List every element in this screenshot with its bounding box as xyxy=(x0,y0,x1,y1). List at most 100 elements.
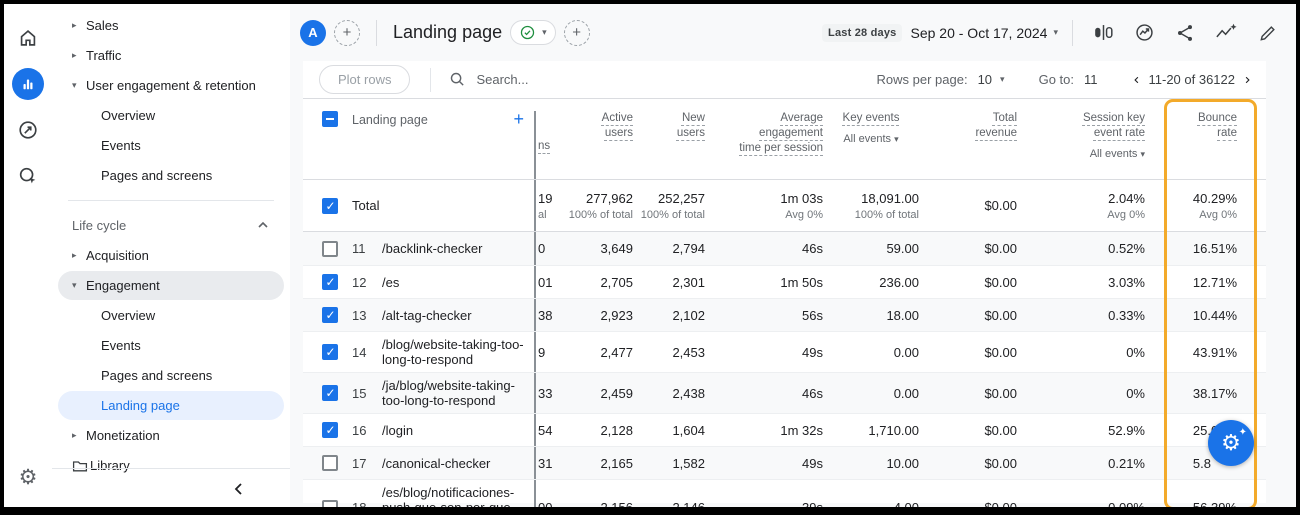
expand-arrow-icon: ▾ xyxy=(72,80,86,91)
col-header-total-revenue[interactable]: Total revenue xyxy=(959,111,1017,141)
row-checkbox[interactable] xyxy=(322,241,338,257)
total-revenue-value: $0.00 xyxy=(919,241,1017,256)
sidebar-item[interactable]: ▾ Engagement xyxy=(58,271,284,300)
sidebar-item[interactable]: ▸ Acquisition xyxy=(58,241,284,270)
account-avatar[interactable]: A xyxy=(300,20,326,46)
total-revenue-value: $0.00 xyxy=(919,386,1017,401)
sidebar-item[interactable]: Events xyxy=(58,131,284,160)
row-checkbox[interactable] xyxy=(322,274,338,290)
col-header-avg-engagement-time[interactable]: Average engagement time per session xyxy=(737,111,823,156)
sidebar-item[interactable]: ▸ Monetization xyxy=(58,421,284,450)
sidebar-item-label: Landing page xyxy=(86,398,180,413)
header-divider xyxy=(376,20,377,46)
explore-icon[interactable] xyxy=(12,114,44,146)
dimension-header[interactable]: Landing page xyxy=(352,111,428,127)
total-new-users: 252,257 xyxy=(633,191,705,206)
search-input[interactable] xyxy=(476,72,696,87)
report-status-pill[interactable]: ▾ xyxy=(510,20,556,45)
sessions-cut-value: 9 xyxy=(538,345,556,360)
expand-arrow-icon: ▾ xyxy=(72,280,86,291)
collapse-sidebar-icon[interactable] xyxy=(232,481,246,497)
row-number: 17 xyxy=(352,456,382,471)
date-range-selector[interactable]: Sep 20 - Oct 17, 2024 xyxy=(910,25,1047,41)
table-row: 18 /es/blog/notificaciones-push-que-son-… xyxy=(303,479,1266,515)
total-key-events: 18,091.00 xyxy=(823,191,919,206)
col-header-bounce-rate[interactable]: Bounce rate xyxy=(1187,111,1237,141)
row-number: 18 xyxy=(352,500,382,515)
col-header-sessions-cut[interactable]: ns xyxy=(538,140,556,152)
avg-engagement-time-value: 1m 50s xyxy=(705,275,823,290)
sidebar-item[interactable]: ▾ User engagement & retention xyxy=(58,71,284,100)
chevron-down-icon: ▾ xyxy=(542,27,547,38)
key-events-filter[interactable]: All events ▾ xyxy=(823,132,919,147)
landing-page-path: /ja/blog/website-taking-too-long-to-resp… xyxy=(382,373,534,413)
rows-per-page-select[interactable]: 10 xyxy=(978,72,992,87)
row-checkbox[interactable] xyxy=(322,344,338,360)
chevron-down-icon[interactable]: ▾ xyxy=(1053,27,1058,38)
key-events-value: 18.00 xyxy=(823,308,919,323)
sidebar-item[interactable]: Pages and screens xyxy=(58,161,284,190)
table-row: 16 /login 54 2,128 1,604 1m 32s 1,710.00… xyxy=(303,413,1266,446)
sidebar-item[interactable]: Overview xyxy=(58,101,284,130)
edit-pencil-icon[interactable] xyxy=(1258,23,1278,43)
sidebar-item[interactable]: Events xyxy=(58,331,284,360)
bounce-rate-value: 12.71% xyxy=(1145,275,1237,290)
rows-per-page-label: Rows per page: xyxy=(877,72,968,87)
sidebar-item[interactable]: Pages and screens xyxy=(58,361,284,390)
session-key-event-rate-value: 0% xyxy=(1017,345,1145,360)
add-dimension-icon[interactable]: + xyxy=(513,111,524,127)
sidebar-item-label: Overview xyxy=(86,308,155,323)
col-header-active-users[interactable]: Active users xyxy=(585,111,633,141)
advertising-icon[interactable] xyxy=(12,160,44,192)
session-key-event-rate-value: 3.03% xyxy=(1017,275,1145,290)
col-header-session-key-event-rate[interactable]: Session key event rate xyxy=(1057,111,1145,141)
ai-assistant-fab[interactable]: ⚙ ✦ xyxy=(1208,420,1254,466)
key-events-value: 1,710.00 xyxy=(823,423,919,438)
col-header-key-events[interactable]: Key events xyxy=(843,111,900,126)
sessions-cut-value: 00 xyxy=(538,500,556,515)
sidebar-item[interactable]: ▸ Traffic xyxy=(58,41,284,70)
active-users-value: 2,477 xyxy=(556,345,633,360)
select-all-checkbox[interactable] xyxy=(322,111,338,127)
row-checkbox[interactable] xyxy=(322,500,338,515)
landing-page-path: /es xyxy=(382,270,534,295)
sidebar-item[interactable]: Landing page xyxy=(58,391,284,420)
active-users-value: 2,165 xyxy=(556,456,633,471)
reports-icon[interactable] xyxy=(12,68,44,100)
total-row-checkbox[interactable] xyxy=(322,198,338,214)
insights-icon[interactable] xyxy=(1134,22,1155,43)
trends-sparkle-icon[interactable] xyxy=(1215,22,1238,43)
sidebar-item-label: Monetization xyxy=(86,428,160,443)
share-icon[interactable] xyxy=(1175,23,1195,43)
ga4-landing-page-report: ⚙ ▸ Sales ▸ Traffic ▾ User engagement & … xyxy=(0,0,1300,515)
section-label: Life cycle xyxy=(72,218,126,233)
chevron-up-icon xyxy=(256,219,270,231)
row-checkbox[interactable] xyxy=(322,307,338,323)
table-row: 11 /backlink-checker 0 3,649 2,794 46s 5… xyxy=(303,232,1266,265)
add-report-tab-button[interactable]: + xyxy=(564,20,590,46)
sidebar-item[interactable]: ▸ Sales xyxy=(58,11,284,40)
sidebar-section-life-cycle[interactable]: Life cycle xyxy=(58,211,284,239)
row-checkbox[interactable] xyxy=(322,422,338,438)
session-rate-filter[interactable]: All events ▾ xyxy=(1017,147,1145,162)
sidebar-item-label: Sales xyxy=(86,18,119,33)
row-checkbox[interactable] xyxy=(322,385,338,401)
plot-rows-button[interactable]: Plot rows xyxy=(319,65,410,94)
home-icon[interactable] xyxy=(12,22,44,54)
goto-input[interactable]: 11 xyxy=(1084,72,1098,87)
total-label: Total xyxy=(352,198,534,213)
next-page-icon[interactable] xyxy=(1243,73,1252,87)
add-comparison-button[interactable]: + xyxy=(334,20,360,46)
sessions-cut-value: 0 xyxy=(538,241,556,256)
table-search xyxy=(430,68,876,92)
main-content: A + Landing page ▾ + Last 28 days Sep 20… xyxy=(290,4,1296,507)
comparison-icon[interactable] xyxy=(1093,22,1114,43)
sidebar-item[interactable]: Overview xyxy=(58,301,284,330)
admin-gear-icon[interactable]: ⚙ xyxy=(12,461,44,493)
col-header-new-users[interactable]: New users xyxy=(663,111,705,141)
table-row: 15 /ja/blog/website-taking-too-long-to-r… xyxy=(303,372,1266,413)
chevron-down-icon[interactable]: ▾ xyxy=(1000,74,1005,85)
session-key-event-rate-value: 0% xyxy=(1017,386,1145,401)
prev-page-icon[interactable] xyxy=(1132,73,1141,87)
row-checkbox[interactable] xyxy=(322,455,338,471)
